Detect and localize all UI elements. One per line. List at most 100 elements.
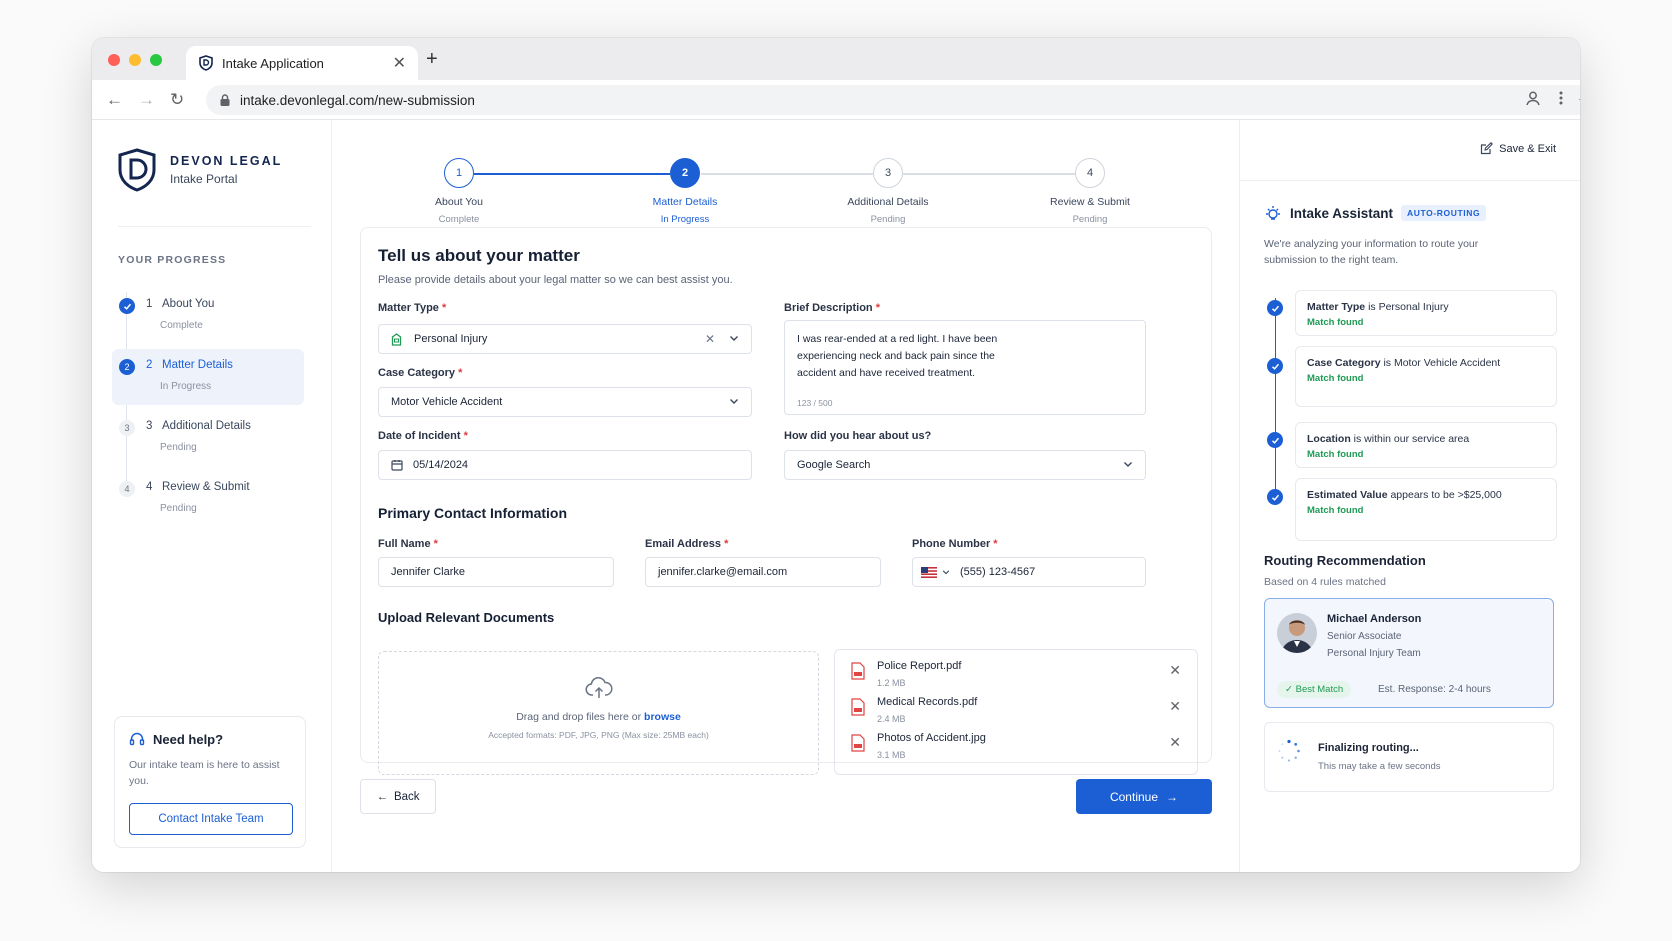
help-heading: Need help? — [129, 731, 291, 747]
full-name-label: Full Name * — [378, 538, 438, 550]
us-flag-icon[interactable] — [921, 566, 937, 578]
arrow-right-icon: → — [1166, 789, 1179, 804]
contact-section-title: Primary Contact Information — [378, 505, 568, 521]
stepper-node-2[interactable]: 2 — [670, 158, 700, 188]
check-circle-icon — [1267, 432, 1283, 448]
assistant-title: Intake Assistant — [1290, 205, 1394, 221]
sidebar-step-matter-details[interactable]: 2 2 Matter Details In Progress — [112, 349, 304, 405]
sidebar-step-status: Complete — [160, 320, 203, 331]
edit-icon — [1481, 142, 1494, 155]
recommended-attorney-card[interactable]: Michael Anderson Senior Associate Person… — [1264, 598, 1554, 708]
routing-title: Routing Recommendation — [1264, 553, 1426, 568]
tab-bar: Intake Application ✕ + — [92, 38, 1580, 80]
sparkle-bulb-icon — [1266, 206, 1280, 220]
stepper-label: Additional Details — [847, 196, 929, 208]
match-card: Matter Type is Personal Injury Match fou… — [1295, 290, 1557, 336]
lock-icon — [220, 94, 230, 106]
sidebar-step-label: 2 Matter Details — [146, 359, 233, 371]
continue-button-label: Continue — [1109, 789, 1159, 804]
contact-intake-team-button[interactable]: Contact Intake Team — [129, 803, 293, 835]
stepper-line-complete — [474, 173, 670, 175]
file-name: Police Report.pdf — [877, 660, 962, 672]
address-bar[interactable]: intake.devonlegal.com/new-submission ☆ — [206, 85, 1580, 115]
sidebar-step-review-submit[interactable]: 4 4 Review & Submit Pending — [112, 471, 304, 527]
tab-title: Intake Application — [222, 55, 324, 71]
brief-description-textarea[interactable]: I was rear-ended at a red light. I have … — [784, 320, 1146, 415]
assistant-description: We're analyzing your information to rout… — [1264, 238, 1479, 266]
stepper-status: Complete — [438, 214, 480, 225]
full-name-input[interactable]: Jennifer Clarke — [378, 557, 614, 587]
chevron-down-icon — [942, 570, 950, 575]
minimize-window-button[interactable] — [129, 54, 141, 66]
browse-link[interactable]: browse — [644, 711, 681, 723]
stepper-node-3[interactable]: 3 — [873, 158, 903, 188]
back-button[interactable]: ← Back — [360, 779, 436, 814]
bandage-icon — [391, 332, 402, 346]
case-category-select[interactable]: Motor Vehicle Accident — [378, 387, 752, 417]
match-timeline-line — [1275, 298, 1276, 496]
browser-menu-icon[interactable] — [1558, 89, 1564, 107]
bookmark-star-icon[interactable]: ☆ — [1578, 91, 1580, 111]
file-item: Medical Records.pdf 2.4 MB ✕ — [851, 696, 1181, 730]
stepper-status: Pending — [1072, 214, 1108, 225]
accepted-formats: Accepted formats: PDF, JPG, PNG (Max siz… — [488, 730, 709, 740]
continue-button[interactable]: Continue → — [1076, 779, 1212, 814]
routing-subtitle: Based on 4 rules matched — [1264, 576, 1386, 588]
loading-spinner-icon — [1278, 739, 1300, 762]
remove-file-icon[interactable]: ✕ — [1169, 734, 1181, 751]
progress-heading: YOUR PROGRESS — [118, 254, 227, 266]
sidebar-step-additional-details[interactable]: 3 3 Additional Details Pending — [112, 410, 304, 466]
brand-logo[interactable]: DEVON LEGAL Intake Portal — [118, 148, 282, 192]
brief-line: experiencing neck and back pain since th… — [797, 350, 995, 362]
calendar-icon — [391, 460, 403, 471]
remove-file-icon[interactable]: ✕ — [1169, 698, 1181, 715]
stepper-status: Pending — [870, 214, 906, 225]
pdf-file-icon — [851, 698, 865, 716]
profile-icon[interactable] — [1524, 89, 1542, 107]
sidebar-step-status: In Progress — [160, 381, 212, 392]
file-dropzone[interactable]: Drag and drop files here or browse Accep… — [378, 651, 819, 775]
sidebar-step-status: Pending — [160, 442, 197, 453]
sidebar-step-status: Pending — [160, 503, 197, 514]
assistant-header: Intake Assistant AUTO-ROUTING — [1264, 204, 1487, 222]
file-name: Photos of Accident.jpg — [877, 732, 986, 744]
file-item: Photos of Accident.jpg 3.1 MB ✕ — [851, 732, 1181, 766]
sidebar-step-label: 3 Additional Details — [146, 420, 251, 432]
close-tab-icon[interactable]: ✕ — [393, 53, 406, 73]
sidebar-step-about-you[interactable]: 1 About You Complete — [112, 288, 304, 344]
email-input[interactable]: jennifer.clarke@email.com — [645, 557, 881, 587]
reload-icon[interactable]: ↻ — [170, 90, 184, 110]
brief-line: I was rear-ended at a red light. I have … — [797, 333, 998, 345]
match-card: Estimated Value appears to be >$25,000 M… — [1295, 478, 1557, 541]
main-content: 1 About You Complete 2 Matter Details In… — [333, 120, 1239, 872]
estimated-response: Est. Response: 2-4 hours — [1378, 684, 1491, 695]
forward-arrow-icon[interactable]: → — [138, 90, 155, 110]
clear-icon[interactable]: ✕ — [705, 332, 715, 346]
maximize-window-button[interactable] — [150, 54, 162, 66]
new-tab-icon[interactable]: + — [426, 48, 438, 71]
stepper-label: About You — [435, 196, 483, 208]
phone-input[interactable]: (555) 123-4567 — [912, 557, 1146, 587]
stepper-label: Matter Details — [652, 196, 718, 208]
stepper-node-4[interactable]: 4 — [1075, 158, 1105, 188]
attorney-name: Michael Anderson — [1327, 613, 1422, 625]
match-found: Match found — [1307, 317, 1364, 328]
save-exit-button[interactable]: Save & Exit — [1480, 142, 1556, 155]
back-button-label: Back — [393, 790, 420, 803]
match-card: Case Category is Motor Vehicle Accident … — [1295, 346, 1557, 407]
match-found: Match found — [1307, 505, 1364, 516]
auto-routing-badge: AUTO-ROUTING — [1401, 205, 1487, 221]
chevron-down-icon — [1124, 462, 1132, 467]
remove-file-icon[interactable]: ✕ — [1169, 662, 1181, 679]
check-circle-icon — [1267, 358, 1283, 374]
stepper-node-1[interactable]: 1 — [444, 158, 474, 188]
file-size: 2.4 MB — [877, 714, 906, 724]
hear-about-select[interactable]: Google Search — [784, 450, 1146, 480]
form-title: Tell us about your matter — [378, 246, 580, 265]
matter-type-select[interactable]: Personal Injury ✕ — [378, 324, 752, 354]
close-window-button[interactable] — [108, 54, 120, 66]
back-arrow-icon[interactable]: ← — [106, 90, 123, 110]
date-incident-input[interactable]: 05/14/2024 — [378, 450, 752, 480]
browser-tab[interactable]: Intake Application ✕ — [186, 46, 418, 80]
match-card: Location is within our service area Matc… — [1295, 422, 1557, 468]
